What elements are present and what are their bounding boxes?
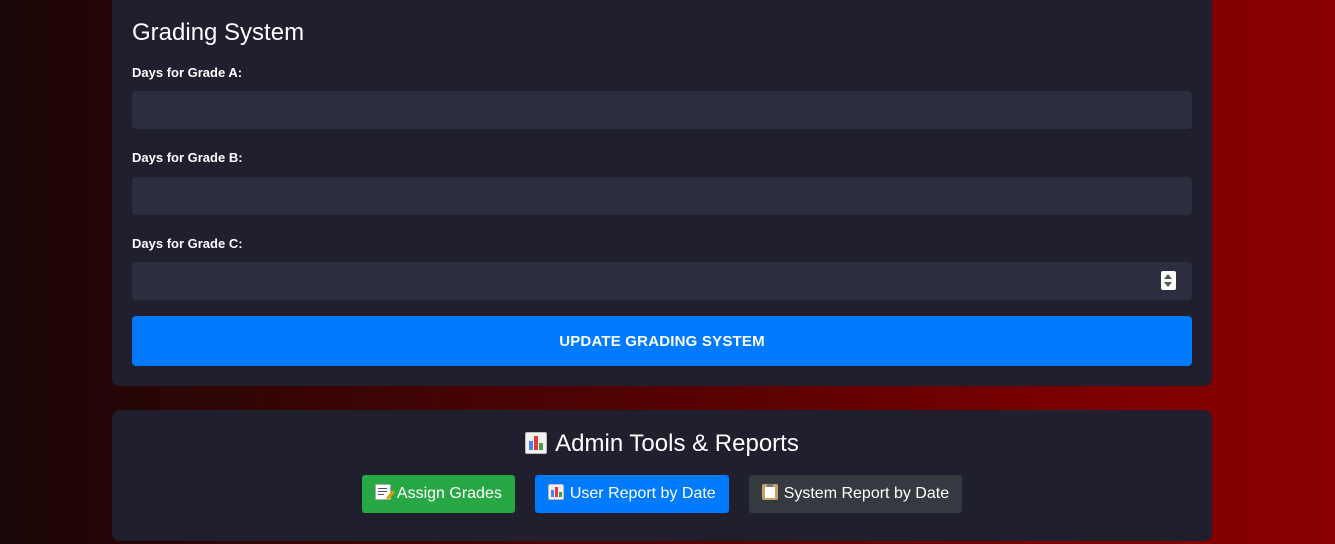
grading-system-card: Grading System Days for Grade A: Days fo…	[112, 0, 1212, 386]
bar-chart-icon	[525, 432, 548, 454]
admin-tool-buttons: Assign Grades User Report by Date System…	[112, 475, 1212, 513]
grade-b-field-wrapper	[132, 177, 1192, 215]
admin-tools-title-text: Admin Tools & Reports	[555, 430, 799, 457]
grade-b-days-input[interactable]	[132, 177, 1192, 215]
grade-a-field-wrapper	[132, 91, 1192, 129]
bar-chart-icon	[547, 484, 564, 500]
update-grading-system-button[interactable]: UPDATE GRADING SYSTEM	[132, 316, 1192, 366]
system-report-label: System Report by Date	[783, 485, 950, 502]
assign-grades-button[interactable]: Assign Grades	[361, 475, 515, 513]
user-report-by-date-button[interactable]: User Report by Date	[534, 475, 729, 513]
grade-c-days-input[interactable]	[132, 262, 1192, 300]
assign-grades-label: Assign Grades	[396, 485, 502, 502]
grade-c-label: Days for Grade C:	[132, 236, 243, 251]
clipboard-icon	[761, 484, 778, 500]
grade-a-label: Days for Grade A:	[132, 65, 243, 80]
grade-b-label: Days for Grade B:	[132, 150, 243, 165]
admin-tools-title: Admin Tools & Reports	[112, 430, 1212, 458]
number-spinner-icon[interactable]	[1161, 271, 1176, 290]
grading-system-title: Grading System	[132, 19, 305, 46]
grade-a-days-input[interactable]	[132, 91, 1192, 129]
user-report-label: User Report by Date	[569, 485, 716, 502]
memo-icon	[374, 484, 395, 500]
admin-tools-card: Admin Tools & Reports Assign Grades User…	[112, 410, 1212, 541]
system-report-by-date-button[interactable]: System Report by Date	[748, 475, 963, 513]
grade-c-field-wrapper	[132, 262, 1192, 300]
